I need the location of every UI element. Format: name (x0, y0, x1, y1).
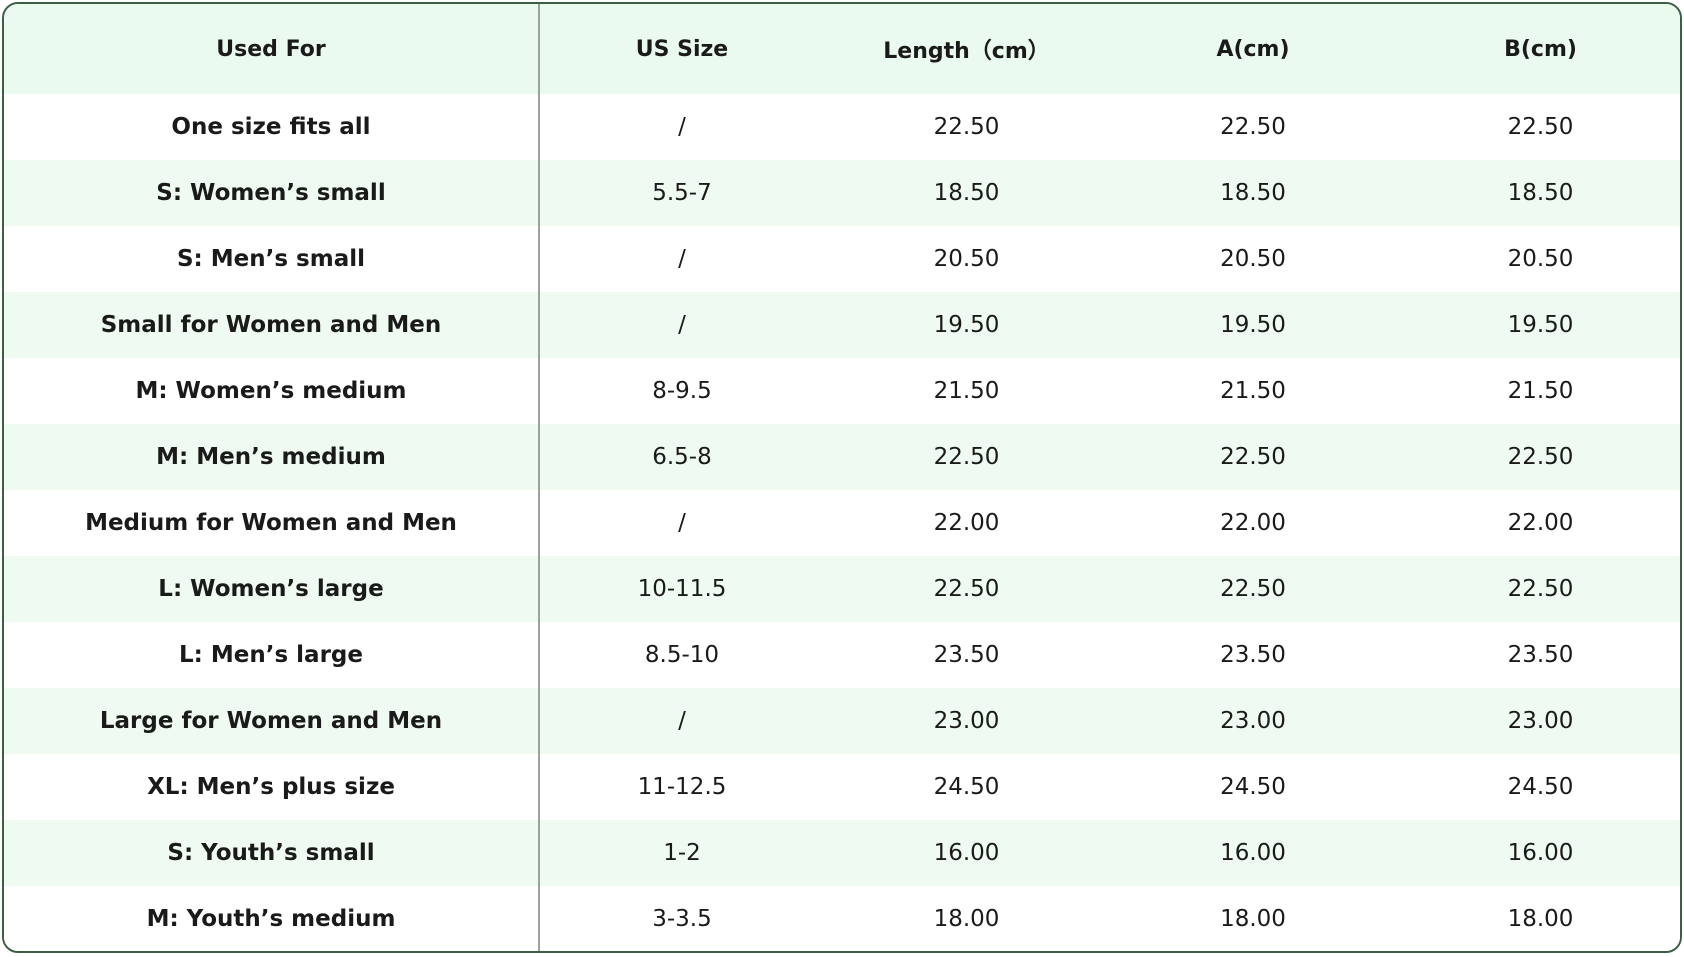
cell-used-for: S: Youth’s small (4, 820, 540, 886)
table-row: Medium for Women and Men / 22.00 22.00 22.00 (4, 490, 1680, 556)
cell-a-cm: 16.00 (1220, 840, 1286, 866)
table-body: One size fits all / 22.50 22.50 22.50 S: Wome… (4, 94, 1680, 951)
size-chart-frame: Used For US Size Length（cm） A(cm) B(cm) … (2, 2, 1682, 953)
cell-a-cm: 22.50 (1220, 576, 1286, 602)
cell-length: 22.00 (933, 510, 1000, 536)
cell-a-cm: 24.50 (1220, 774, 1286, 800)
header-b-cm: B(cm) (1504, 36, 1577, 62)
cell-used-for: Medium for Women and Men (4, 490, 540, 556)
cell-a-cm: 23.50 (1220, 642, 1286, 668)
cell-used-for: XL: Men’s plus size (4, 754, 540, 820)
cell-b-cm: 22.50 (1507, 114, 1574, 140)
cell-used-for: M: Women’s medium (4, 358, 540, 424)
cell-used-for: M: Men’s medium (4, 424, 540, 490)
cell-a-cm: 21.50 (1220, 378, 1286, 404)
cell-length: 22.50 (933, 444, 1000, 470)
table-row: L: Men’s large 8.5-10 23.50 23.50 23.50 (4, 622, 1680, 688)
cell-used-for: Large for Women and Men (4, 688, 540, 754)
cell-b-cm: 19.50 (1507, 312, 1574, 338)
header-used-for: Used For (4, 4, 540, 94)
cell-a-cm: 22.50 (1220, 114, 1286, 140)
cell-used-for: M: Youth’s medium (4, 886, 540, 951)
cell-used-for: Small for Women and Men (4, 292, 540, 358)
cell-a-cm: 19.50 (1220, 312, 1286, 338)
cell-used-for: S: Women’s small (4, 160, 540, 226)
cell-b-cm: 23.50 (1507, 642, 1574, 668)
cell-a-cm: 20.50 (1220, 246, 1286, 272)
cell-b-cm: 16.00 (1507, 840, 1574, 866)
cell-length: 19.50 (933, 312, 1000, 338)
cell-length: 24.50 (933, 774, 1000, 800)
cell-us-size: 11-12.5 (637, 774, 727, 800)
cell-us-size: / (678, 246, 686, 272)
cell-a-cm: 22.00 (1220, 510, 1286, 536)
cell-us-size: 10-11.5 (637, 576, 727, 602)
cell-length: 21.50 (933, 378, 1000, 404)
table-row: M: Youth’s medium 3-3.5 18.00 18.00 18.00 (4, 886, 1680, 951)
cell-us-size: / (678, 510, 686, 536)
table-row: S: Youth’s small 1-2 16.00 16.00 16.00 (4, 820, 1680, 886)
cell-length: 22.50 (933, 576, 1000, 602)
cell-us-size: / (678, 114, 686, 140)
table-row: L: Women’s large 10-11.5 22.50 22.50 22.50 (4, 556, 1680, 622)
table-row: One size fits all / 22.50 22.50 22.50 (4, 94, 1680, 160)
cell-used-for: L: Women’s large (4, 556, 540, 622)
size-chart-table: Used For US Size Length（cm） A(cm) B(cm) … (4, 4, 1680, 951)
cell-b-cm: 20.50 (1507, 246, 1574, 272)
cell-b-cm: 22.00 (1507, 510, 1574, 536)
table-row: M: Men’s medium 6.5-8 22.50 22.50 22.50 (4, 424, 1680, 490)
cell-us-size: / (678, 312, 686, 338)
cell-us-size: 8.5-10 (644, 642, 720, 668)
table-header-row: Used For US Size Length（cm） A(cm) B(cm) (4, 4, 1680, 94)
cell-used-for: L: Men’s large (4, 622, 540, 688)
cell-us-size: 8-9.5 (652, 378, 712, 404)
cell-us-size: 3-3.5 (652, 906, 712, 932)
header-a-cm: A(cm) (1216, 36, 1290, 62)
cell-length: 18.50 (933, 180, 1000, 206)
cell-b-cm: 22.50 (1507, 576, 1574, 602)
cell-length: 22.50 (933, 114, 1000, 140)
cell-length: 18.00 (933, 906, 1000, 932)
cell-length: 16.00 (933, 840, 1000, 866)
header-us-size: US Size (635, 36, 729, 62)
cell-b-cm: 18.00 (1507, 906, 1574, 932)
table-row: S: Men’s small / 20.50 20.50 20.50 (4, 226, 1680, 292)
cell-used-for: One size fits all (4, 94, 540, 160)
cell-us-size: 1-2 (663, 840, 701, 866)
cell-b-cm: 18.50 (1507, 180, 1574, 206)
cell-us-size: 5.5-7 (652, 180, 712, 206)
header-length: Length（cm） (883, 39, 1050, 64)
cell-b-cm: 21.50 (1507, 378, 1574, 404)
table-row: XL: Men’s plus size 11-12.5 24.50 24.50 24.5… (4, 754, 1680, 820)
cell-us-size: / (678, 708, 686, 734)
cell-a-cm: 18.00 (1220, 906, 1286, 932)
cell-length: 23.00 (933, 708, 1000, 734)
cell-a-cm: 22.50 (1220, 444, 1286, 470)
cell-length: 23.50 (933, 642, 1000, 668)
table-row: S: Women’s small 5.5-7 18.50 18.50 18.50 (4, 160, 1680, 226)
cell-used-for: S: Men’s small (4, 226, 540, 292)
cell-a-cm: 18.50 (1220, 180, 1286, 206)
cell-b-cm: 22.50 (1507, 444, 1574, 470)
cell-b-cm: 24.50 (1507, 774, 1574, 800)
cell-a-cm: 23.00 (1220, 708, 1286, 734)
cell-length: 20.50 (933, 246, 1000, 272)
table-row: Small for Women and Men / 19.50 19.50 19.50 (4, 292, 1680, 358)
table-row: M: Women’s medium 8-9.5 21.50 21.50 21.50 (4, 358, 1680, 424)
table-row: Large for Women and Men / 23.00 23.00 23.00 (4, 688, 1680, 754)
cell-b-cm: 23.00 (1507, 708, 1574, 734)
cell-us-size: 6.5-8 (652, 444, 712, 470)
